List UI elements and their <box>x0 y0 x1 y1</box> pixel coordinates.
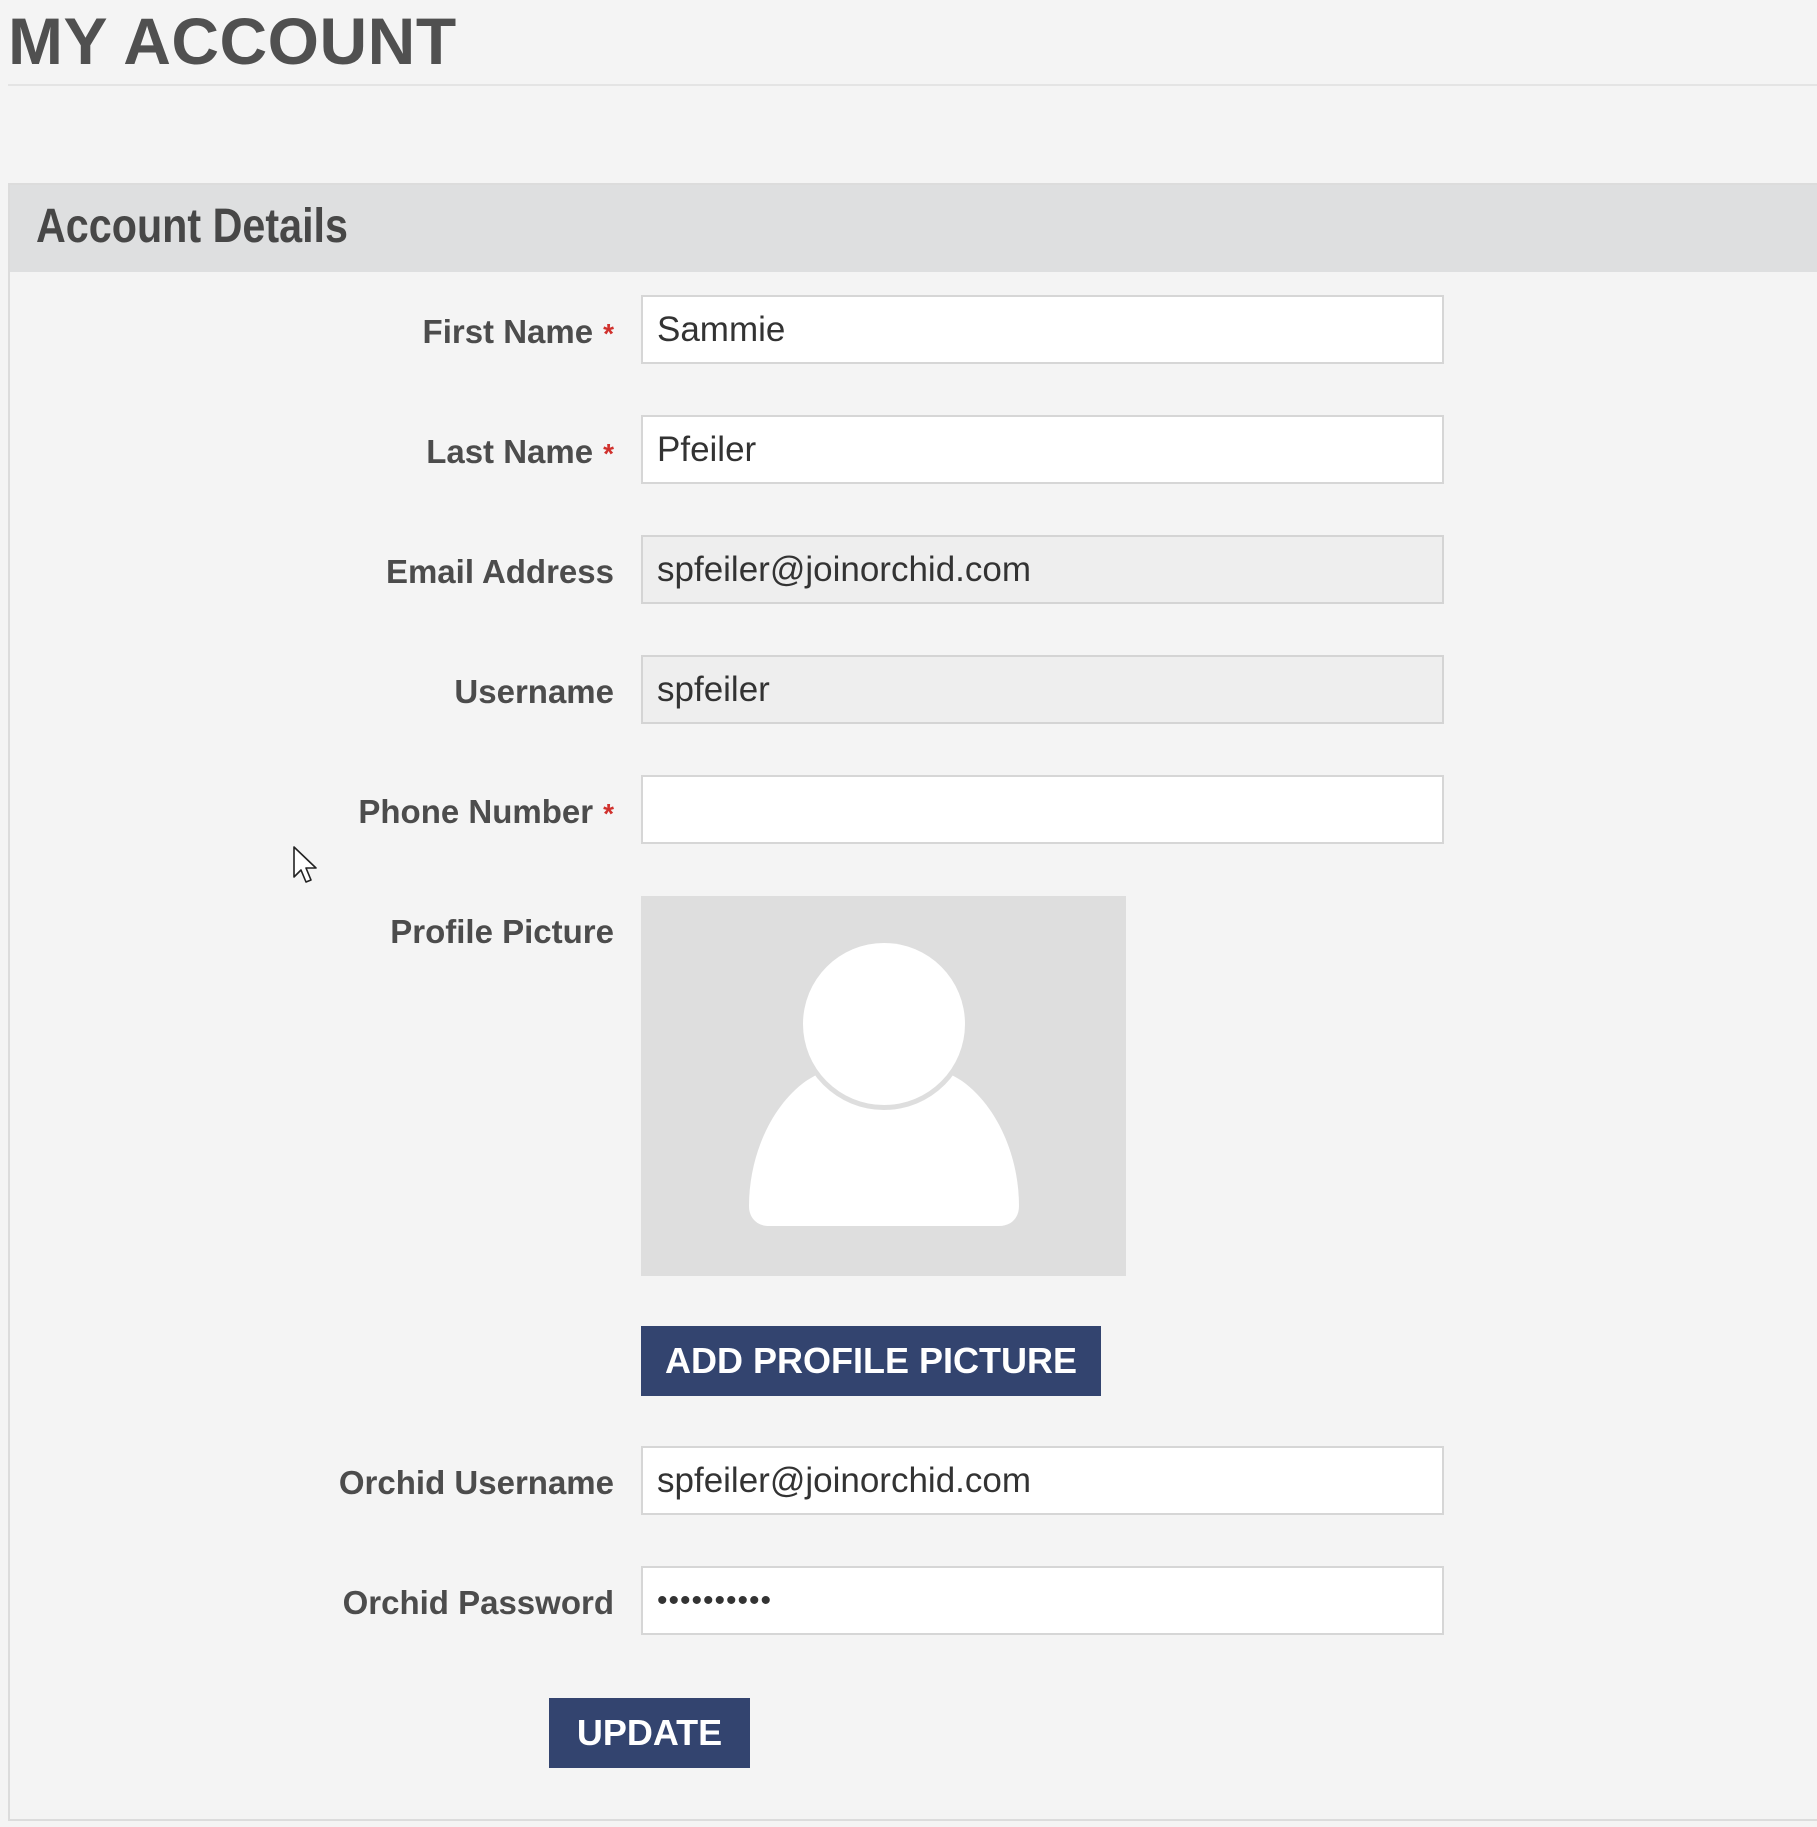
required-marker: * <box>603 318 614 349</box>
first-name-label: First Name * <box>422 313 614 350</box>
orchid-username-input[interactable] <box>641 1446 1444 1515</box>
phone-input[interactable] <box>641 775 1444 844</box>
email-label: Email Address <box>385 553 614 590</box>
panel-header: Account Details <box>10 185 1817 272</box>
title-divider <box>8 84 1817 86</box>
orchid-password-input[interactable] <box>641 1566 1444 1635</box>
required-marker: * <box>603 438 614 469</box>
profile-picture-preview <box>641 896 1126 1276</box>
mouse-cursor-icon <box>293 846 317 883</box>
username-input[interactable] <box>641 655 1444 724</box>
panel-title: Account Details <box>36 200 348 253</box>
update-button[interactable]: UPDATE <box>549 1698 750 1768</box>
page-title: MY ACCOUNT <box>8 4 457 78</box>
required-marker: * <box>603 798 614 829</box>
phone-label: Phone Number * <box>358 793 614 830</box>
user-placeholder-icon <box>749 938 1019 1226</box>
add-profile-picture-button[interactable]: ADD PROFILE PICTURE <box>641 1326 1101 1396</box>
username-label: Username <box>454 673 614 710</box>
last-name-label: Last Name * <box>426 433 614 470</box>
first-name-input[interactable] <box>641 295 1444 364</box>
last-name-input[interactable] <box>641 415 1444 484</box>
profile-picture-label: Profile Picture <box>390 913 614 950</box>
orchid-username-label: Orchid Username <box>338 1464 614 1501</box>
orchid-password-label: Orchid Password <box>342 1584 614 1621</box>
email-input[interactable] <box>641 535 1444 604</box>
